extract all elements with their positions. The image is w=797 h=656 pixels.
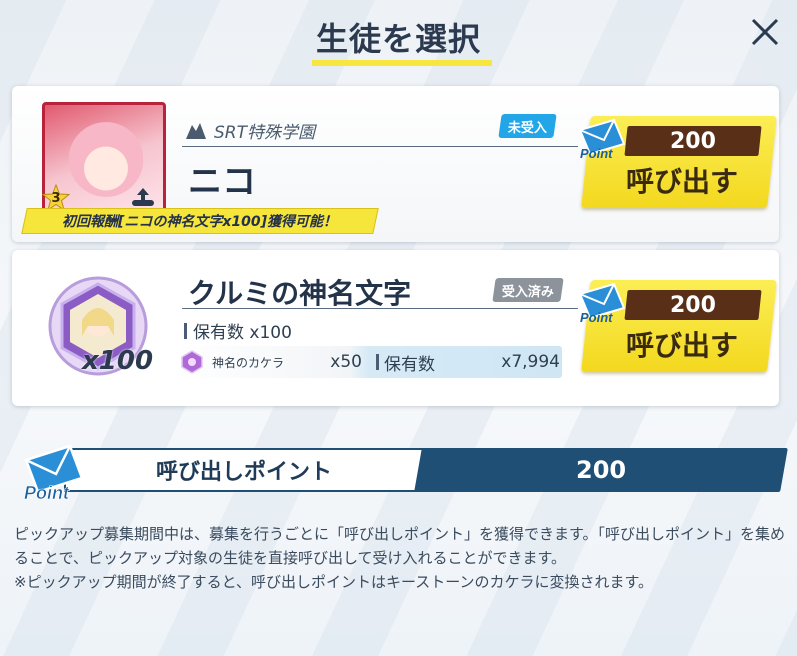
cost-value: 200 <box>670 128 716 154</box>
material-owned-value: x7,994 <box>501 352 560 372</box>
point-envelope-icon: Point <box>578 118 626 161</box>
call-label: 呼び出す <box>625 329 738 362</box>
status-badge: 未受入 <box>498 114 557 138</box>
point-envelope-icon: Point <box>578 282 626 325</box>
item-card[interactable]: x100 クルミの神名文字 受入済み 保有数 x100 神名のカケラ x50 保… <box>12 250 779 406</box>
svg-text:Point: Point <box>580 146 613 161</box>
points-value-box: 200 <box>414 448 788 492</box>
description: ピックアップ募集期間中は、募集を行うごとに「呼び出しポイント」を獲得できます。「… <box>14 522 786 594</box>
cost-value: 200 <box>670 292 716 318</box>
school-label: SRT特殊学園 <box>184 118 315 143</box>
points-value: 200 <box>575 456 627 484</box>
cost-bar: 200 <box>624 126 762 156</box>
svg-text:Point: Point <box>580 310 613 325</box>
page-title: 生徒を選択 <box>315 20 481 58</box>
divider <box>182 146 578 147</box>
divider <box>182 308 578 309</box>
material-qty: x50 <box>330 352 362 372</box>
material-row: 神名のカケラ x50 保有数 x7,994 <box>174 346 562 378</box>
school-name: SRT特殊学園 <box>214 123 315 143</box>
item-multiplier: x100 <box>82 346 154 376</box>
header: 生徒を選択 <box>0 0 797 72</box>
upload-icon <box>132 188 154 206</box>
call-button[interactable]: 200 Point 呼び出す <box>574 116 777 208</box>
description-note: ※ピックアップ期間が終了すると、呼び出しポイントはキーストーンのカケラに変換され… <box>14 573 653 591</box>
student-card[interactable]: 3 初回報酬[ニコの神名文字x100]獲得可能！ SRT特殊学園 未受入 ニコ … <box>12 86 779 242</box>
title-underline <box>312 60 492 66</box>
call-label: 呼び出す <box>625 165 738 198</box>
description-paragraph: ピックアップ募集期間中は、募集を行うごとに「呼び出しポイント」を獲得できます。「… <box>14 525 786 567</box>
call-button[interactable]: 200 Point 呼び出す <box>574 280 777 372</box>
bar-mark <box>376 354 379 370</box>
close-button[interactable] <box>747 14 783 50</box>
points-summary: 呼び出しポイント 200 Point <box>12 442 788 502</box>
school-emblem-icon <box>186 122 206 139</box>
status-badge: 受入済み <box>492 278 564 302</box>
point-envelope-icon: Point <box>24 444 84 502</box>
bar-mark <box>184 322 187 339</box>
student-name: ニコ <box>188 162 256 202</box>
item-name: クルミの神名文字 <box>188 277 412 310</box>
points-label: 呼び出しポイント <box>64 448 424 492</box>
close-icon <box>751 18 779 46</box>
cost-bar: 200 <box>624 290 762 320</box>
material-owned-label: 保有数 <box>376 350 480 375</box>
reward-banner: 初回報酬[ニコの神名文字x100]獲得可能！ <box>21 208 379 234</box>
material-name: 神名のカケラ <box>212 355 285 370</box>
owned-count: 保有数 x100 <box>184 318 292 343</box>
svg-text:Point: Point <box>24 483 70 502</box>
fragment-icon <box>181 350 203 374</box>
